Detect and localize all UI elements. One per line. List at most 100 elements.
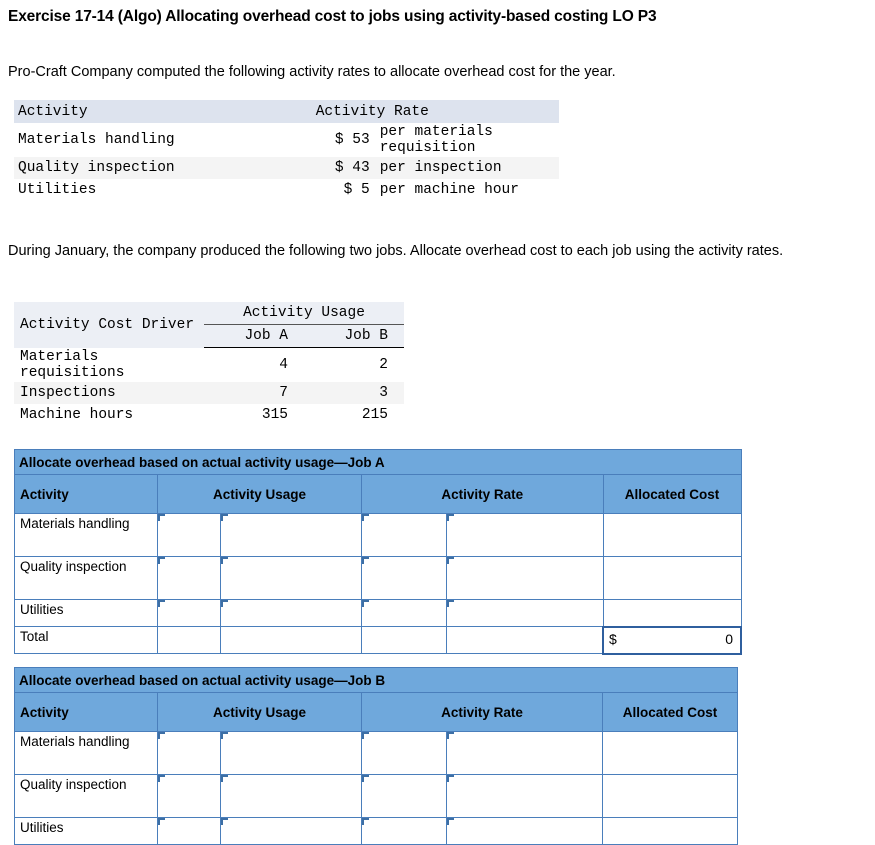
job-b-label-utilities: Utilities [14, 817, 158, 845]
job-a-label-quality: Quality inspection [14, 556, 158, 600]
job-b-rate-input-utilities[interactable] [361, 817, 447, 845]
rates-row: Quality inspection $ 43 per inspection [14, 157, 559, 179]
job-a-rate-unit-utilities[interactable] [446, 599, 604, 627]
job-a-col-rate: Activity Rate [361, 474, 604, 514]
job-b-allocated-quality[interactable] [602, 774, 738, 818]
job-b-rate-unit-quality[interactable] [446, 774, 603, 818]
job-a-band-row: Allocate overhead based on actual activi… [14, 449, 742, 475]
rates-activity-label: Materials handling [18, 132, 175, 148]
job-a-col-usage: Activity Usage [157, 474, 362, 514]
usage-job-b-value: 215 [361, 406, 388, 423]
job-a-row-utilities: Utilities [14, 599, 742, 627]
job-b-rate-unit-utilities[interactable] [446, 817, 603, 845]
job-a-usage-unit-quality[interactable] [220, 556, 362, 600]
rates-header-row: Activity Activity Rate [14, 100, 559, 123]
job-b-row-materials: Materials handling [14, 731, 738, 775]
usage-job-b-value: 3 [304, 381, 404, 404]
activity-rates-table: Activity Activity Rate Materials handlin… [14, 100, 559, 201]
rates-activity-label: Utilities [18, 182, 97, 198]
job-a-col-allocated: Allocated Cost [602, 474, 742, 514]
usage-header-job-a: Job A [204, 324, 304, 348]
rates-row: Materials handling $ 53 per materials re… [14, 123, 559, 157]
job-a-allocated-materials[interactable] [602, 513, 742, 557]
job-a-usage-unit-materials[interactable] [220, 513, 362, 557]
usage-header-row: Activity Cost Driver Activity Usage [14, 302, 404, 348]
job-b-allocated-materials[interactable] [602, 731, 738, 775]
activity-usage-table: Activity Cost Driver Activity Usage Job … [14, 302, 404, 426]
job-a-band-title: Allocate overhead based on actual activi… [14, 449, 742, 475]
usage-job-a-value: 4 [279, 356, 288, 373]
job-b-usage-unit-materials[interactable] [220, 731, 362, 775]
job-a-column-header-row: Activity Activity Usage Activity Rate Al… [14, 474, 742, 514]
job-b-allocation-grid: Allocate overhead based on actual activi… [14, 667, 738, 845]
rates-unit: per machine hour [379, 182, 519, 198]
rates-unit: per inspection [375, 157, 559, 179]
intro-paragraph: Pro-Craft Company computed the following… [8, 64, 616, 80]
rates-unit: per materials requisition [379, 124, 493, 156]
job-b-usage-unit-utilities[interactable] [220, 817, 362, 845]
job-a-usage-unit-utilities[interactable] [220, 599, 362, 627]
usage-driver-label: Machine hours [20, 406, 134, 423]
job-a-usage-input-quality[interactable] [157, 556, 221, 600]
job-b-usage-input-quality[interactable] [157, 774, 221, 818]
job-b-rate-input-materials[interactable] [361, 731, 447, 775]
job-b-band-row: Allocate overhead based on actual activi… [14, 667, 738, 693]
job-b-rate-unit-materials[interactable] [446, 731, 603, 775]
job-a-row-materials: Materials handling [14, 513, 742, 557]
job-b-usage-input-utilities[interactable] [157, 817, 221, 845]
usage-header-driver: Activity Cost Driver [14, 302, 204, 348]
job-b-usage-input-materials[interactable] [157, 731, 221, 775]
job-b-label-quality: Quality inspection [14, 774, 158, 818]
job-a-usage-input-materials[interactable] [157, 513, 221, 557]
usage-job-a-value: 315 [261, 406, 288, 423]
job-a-rate-unit-quality[interactable] [446, 556, 604, 600]
job-b-col-allocated: Allocated Cost [602, 692, 738, 732]
usage-header-job-b: Job B [304, 324, 404, 348]
job-a-label-utilities: Utilities [14, 599, 158, 627]
job-b-band-title: Allocate overhead based on actual activi… [14, 667, 738, 693]
job-b-col-rate: Activity Rate [361, 692, 603, 732]
job-b-col-activity: Activity [14, 692, 158, 732]
job-a-allocated-quality[interactable] [602, 556, 742, 600]
job-a-usage-input-utilities[interactable] [157, 599, 221, 627]
job-b-col-usage: Activity Usage [157, 692, 362, 732]
job-b-label-materials: Materials handling [14, 731, 158, 775]
usage-driver-label: Materials requisitions [20, 348, 125, 381]
job-a-allocated-utilities[interactable] [602, 599, 742, 627]
job-a-total-rate-blank [361, 626, 447, 654]
job-a-total-currency: $ [609, 630, 617, 647]
job-a-label-materials: Materials handling [14, 513, 158, 557]
job-a-rate-input-quality[interactable] [361, 556, 447, 600]
job-a-rate-input-utilities[interactable] [361, 599, 447, 627]
job-a-row-quality: Quality inspection [14, 556, 742, 600]
job-a-rate-unit-materials[interactable] [446, 513, 604, 557]
rates-header-activity: Activity [14, 100, 282, 123]
usage-row: Inspections 7 3 [14, 381, 404, 404]
job-a-allocation-grid: Allocate overhead based on actual activi… [14, 449, 742, 655]
job-a-total-allocated[interactable]: $ 0 [602, 625, 742, 655]
job-b-row-quality: Quality inspection [14, 774, 738, 818]
job-b-row-utilities: Utilities [14, 817, 738, 845]
job-b-rate-input-quality[interactable] [361, 774, 447, 818]
job-a-rate-input-materials[interactable] [361, 513, 447, 557]
job-a-total-usage-blank [157, 626, 221, 654]
page-title: Exercise 17-14 (Algo) Allocating overhea… [8, 8, 657, 25]
job-b-column-header-row: Activity Activity Usage Activity Rate Al… [14, 692, 738, 732]
usage-row: Machine hours 315 215 [14, 404, 404, 426]
rates-header-rate: Activity Rate [281, 100, 559, 123]
job-a-label-total: Total [14, 626, 158, 654]
job-b-usage-unit-quality[interactable] [220, 774, 362, 818]
job-a-total-value: 0 [725, 630, 733, 647]
rates-amount: $ 53 [334, 132, 370, 148]
usage-job-a-value: 7 [204, 381, 304, 404]
job-a-col-activity: Activity [14, 474, 158, 514]
second-paragraph: During January, the company produced the… [8, 243, 784, 259]
usage-row: Materials requisitions 4 2 [14, 348, 404, 382]
job-a-total-rate-unit-blank [446, 626, 604, 654]
job-a-row-total: Total $ 0 [14, 625, 742, 655]
job-b-allocated-utilities[interactable] [602, 817, 738, 845]
rates-activity-label: Quality inspection [14, 157, 282, 179]
rates-amount: $ 5 [343, 182, 370, 198]
job-a-total-usage-unit-blank [220, 626, 362, 654]
exercise-page: Exercise 17-14 (Algo) Allocating overhea… [0, 0, 875, 845]
